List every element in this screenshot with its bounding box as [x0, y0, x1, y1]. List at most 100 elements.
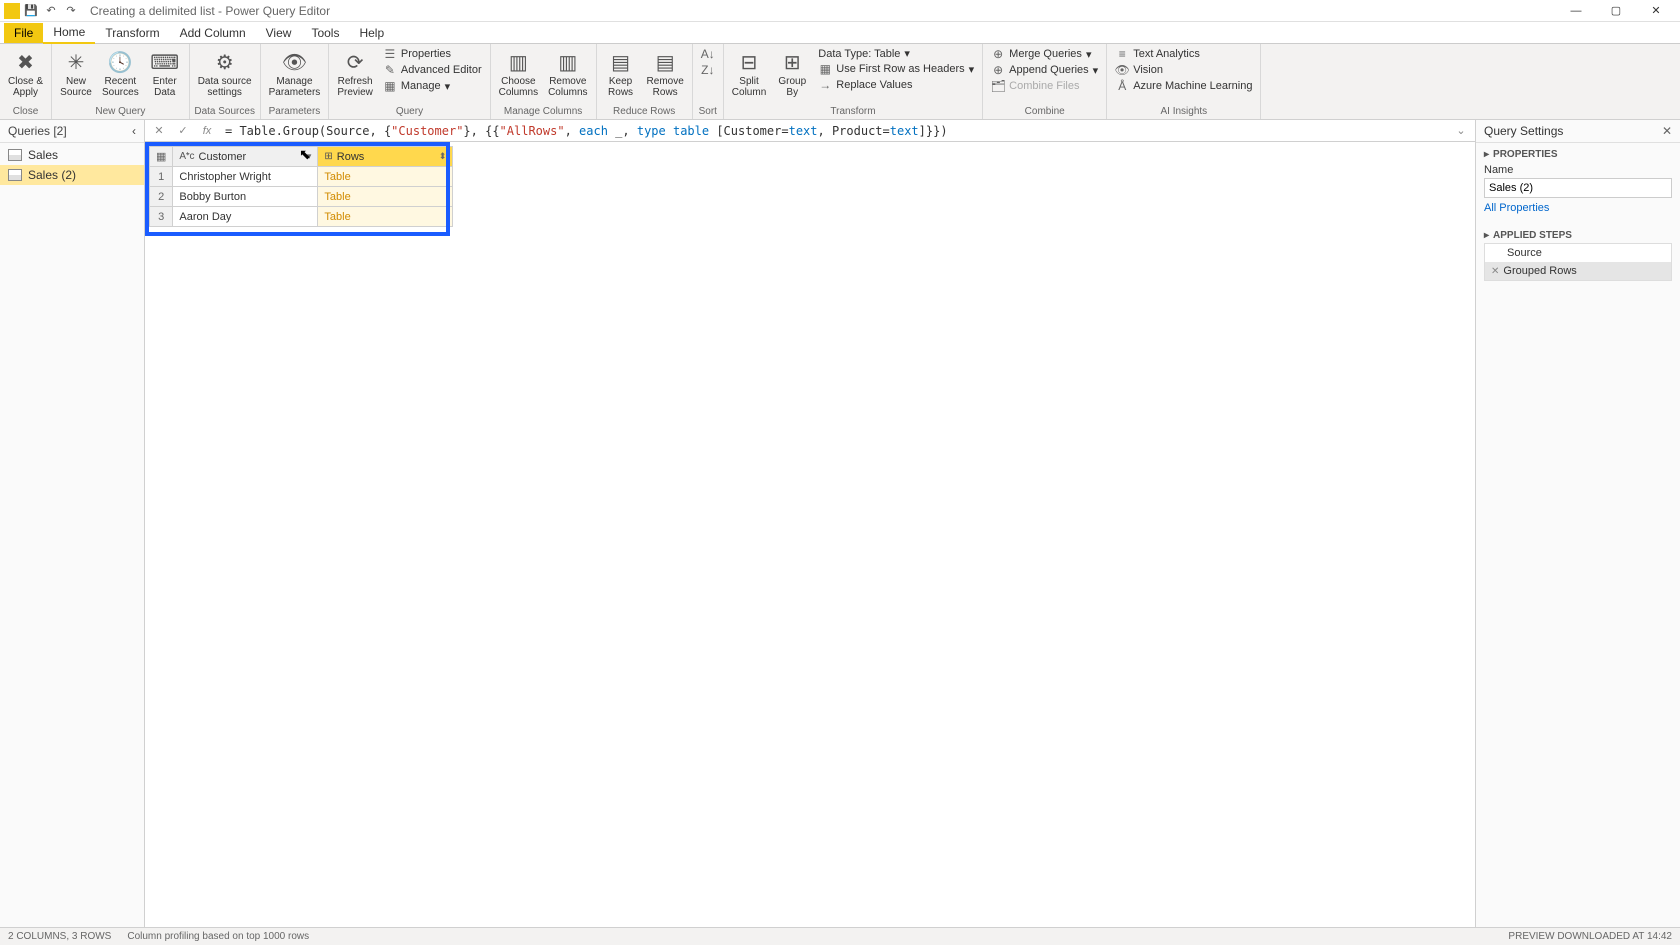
replace-icon: →: [818, 78, 832, 92]
sort-desc-icon: Z↓: [701, 63, 715, 77]
choose-columns-button[interactable]: ▥Choose Columns: [495, 46, 542, 100]
applied-steps-section-title: ▸APPLIED STEPS: [1476, 224, 1680, 243]
expand-column-icon[interactable]: ⬍: [439, 151, 447, 162]
group-by-button[interactable]: ⊞Group By: [772, 46, 812, 100]
menu-bar: File Home Transform Add Column View Tool…: [0, 22, 1680, 44]
remove-columns-button[interactable]: ▥Remove Columns: [544, 46, 591, 100]
editor-icon: ✎: [383, 63, 397, 77]
keep-rows-button[interactable]: ▤Keep Rows: [601, 46, 641, 100]
table-icon: [8, 149, 22, 161]
row-corner[interactable]: ▦: [150, 147, 173, 167]
table-row[interactable]: 2Bobby BurtonTable: [150, 187, 453, 207]
step-grouped-rows[interactable]: ✕Grouped Rows: [1485, 262, 1671, 280]
expand-formula-icon[interactable]: ⌄: [1451, 124, 1471, 137]
tab-file[interactable]: File: [4, 23, 43, 43]
headers-icon: ▦: [818, 62, 832, 76]
first-row-headers-button[interactable]: ▦Use First Row as Headers ▾: [814, 61, 978, 77]
tab-transform[interactable]: Transform: [95, 23, 169, 43]
text-type-icon: A𝄌c: [179, 151, 194, 162]
column-header-allrows[interactable]: ⊞Rows⬍: [318, 147, 453, 167]
queries-pane: Queries [2] ‹ Sales Sales (2): [0, 120, 145, 927]
all-properties-link[interactable]: All Properties: [1484, 198, 1549, 218]
remove-rows-button[interactable]: ▤Remove Rows: [643, 46, 688, 100]
table-row[interactable]: 1Christopher WrightTable: [150, 167, 453, 187]
properties-button[interactable]: ☰Properties: [379, 46, 486, 62]
text-analytics-button[interactable]: ≡Text Analytics: [1111, 46, 1256, 62]
combine-files-icon: 🗂: [991, 79, 1005, 93]
enter-data-button[interactable]: ⌨Enter Data: [145, 46, 185, 100]
status-profiling: Column profiling based on top 1000 rows: [127, 931, 309, 942]
choose-columns-icon: ▥: [502, 48, 534, 76]
parameters-icon: 👁: [278, 48, 310, 76]
column-dropdown-icon[interactable]: ▾: [307, 151, 312, 162]
save-icon[interactable]: 💾: [22, 2, 40, 20]
sort-asc-button[interactable]: A↓: [697, 46, 719, 62]
cancel-formula-icon[interactable]: ✕: [149, 122, 169, 140]
redo-icon[interactable]: ↷: [62, 2, 80, 20]
quick-access-toolbar: 💾 ↶ ↷: [22, 2, 80, 20]
minimize-button[interactable]: —: [1556, 0, 1596, 22]
query-settings-pane: Query Settings ✕ ▸PROPERTIES Name All Pr…: [1475, 120, 1680, 927]
sort-asc-icon: A↓: [701, 47, 715, 61]
azure-ml-button[interactable]: ÅAzure Machine Learning: [1111, 78, 1256, 94]
query-item-sales[interactable]: Sales: [0, 145, 144, 165]
replace-values-button[interactable]: →Replace Values: [814, 77, 978, 93]
remove-columns-icon: ▥: [552, 48, 584, 76]
data-source-settings-button[interactable]: ⚙Data source settings: [194, 46, 256, 100]
combine-files-button[interactable]: 🗂Combine Files: [987, 78, 1102, 94]
settings-title: Query Settings: [1484, 124, 1563, 138]
advanced-editor-button[interactable]: ✎Advanced Editor: [379, 62, 486, 78]
merge-icon: ⊕: [991, 47, 1005, 61]
split-icon: ⊟: [733, 48, 765, 76]
maximize-button[interactable]: ▢: [1596, 0, 1636, 22]
data-grid[interactable]: ▦ A𝄌cCustomer▾ ⊞Rows⬍ 1Christopher Wrigh…: [149, 146, 453, 227]
queries-list: Sales Sales (2): [0, 143, 144, 187]
status-preview-time: PREVIEW DOWNLOADED AT 14:42: [1508, 931, 1672, 942]
data-type-button[interactable]: Data Type: Table ▾: [814, 46, 978, 61]
queries-title: Queries [2]: [8, 124, 67, 138]
vision-button[interactable]: 👁Vision: [1111, 62, 1256, 78]
status-columns-rows: 2 COLUMNS, 3 ROWS: [8, 931, 111, 942]
tab-home[interactable]: Home: [43, 22, 95, 44]
text-analytics-icon: ≡: [1115, 47, 1129, 61]
append-queries-button[interactable]: ⊕Append Queries ▾: [987, 62, 1102, 78]
tab-tools[interactable]: Tools: [301, 23, 349, 43]
close-settings-icon[interactable]: ✕: [1662, 124, 1672, 138]
group-by-icon: ⊞: [776, 48, 808, 76]
table-type-icon: ⊞: [324, 151, 332, 162]
new-source-button[interactable]: ✳New Source: [56, 46, 96, 100]
formula-input[interactable]: = Table.Group(Source, {"Customer"}, {{"A…: [221, 122, 1447, 140]
collapse-queries-icon[interactable]: ‹: [132, 124, 136, 138]
close-button[interactable]: ✕: [1636, 0, 1676, 22]
tab-add-column[interactable]: Add Column: [170, 23, 256, 43]
close-apply-button[interactable]: ✖ Close & Apply: [4, 46, 47, 100]
recent-sources-button[interactable]: 🕓Recent Sources: [98, 46, 143, 100]
query-item-sales-2[interactable]: Sales (2): [0, 165, 144, 185]
properties-section-title: ▸PROPERTIES: [1476, 143, 1680, 162]
manage-button[interactable]: ▦Manage ▾: [379, 78, 486, 94]
recent-sources-icon: 🕓: [104, 48, 136, 76]
applied-steps-list: Source ✕Grouped Rows: [1484, 243, 1672, 281]
manage-parameters-button[interactable]: 👁Manage Parameters: [265, 46, 325, 100]
step-source[interactable]: Source: [1485, 244, 1671, 262]
split-column-button[interactable]: ⊟Split Column: [728, 46, 770, 100]
column-header-customer[interactable]: A𝄌cCustomer▾: [173, 147, 318, 167]
tab-view[interactable]: View: [256, 23, 302, 43]
enter-data-icon: ⌨: [149, 48, 181, 76]
delete-step-icon[interactable]: ✕: [1491, 266, 1499, 277]
accept-formula-icon[interactable]: ✓: [173, 122, 193, 140]
query-name-input[interactable]: [1484, 178, 1672, 198]
gear-icon: ⚙: [209, 48, 241, 76]
table-row[interactable]: 3Aaron DayTable: [150, 207, 453, 227]
merge-queries-button[interactable]: ⊕Merge Queries ▾: [987, 46, 1102, 62]
window-title: Creating a delimited list - Power Query …: [90, 4, 330, 18]
close-apply-icon: ✖: [10, 48, 42, 76]
sort-desc-button[interactable]: Z↓: [697, 62, 719, 78]
tab-help[interactable]: Help: [349, 23, 394, 43]
properties-icon: ☰: [383, 47, 397, 61]
refresh-preview-button[interactable]: ⟳Refresh Preview: [333, 46, 377, 100]
formula-bar: ✕ ✓ fx = Table.Group(Source, {"Customer"…: [145, 120, 1475, 142]
new-source-icon: ✳: [60, 48, 92, 76]
undo-icon[interactable]: ↶: [42, 2, 60, 20]
fx-icon[interactable]: fx: [197, 122, 217, 140]
